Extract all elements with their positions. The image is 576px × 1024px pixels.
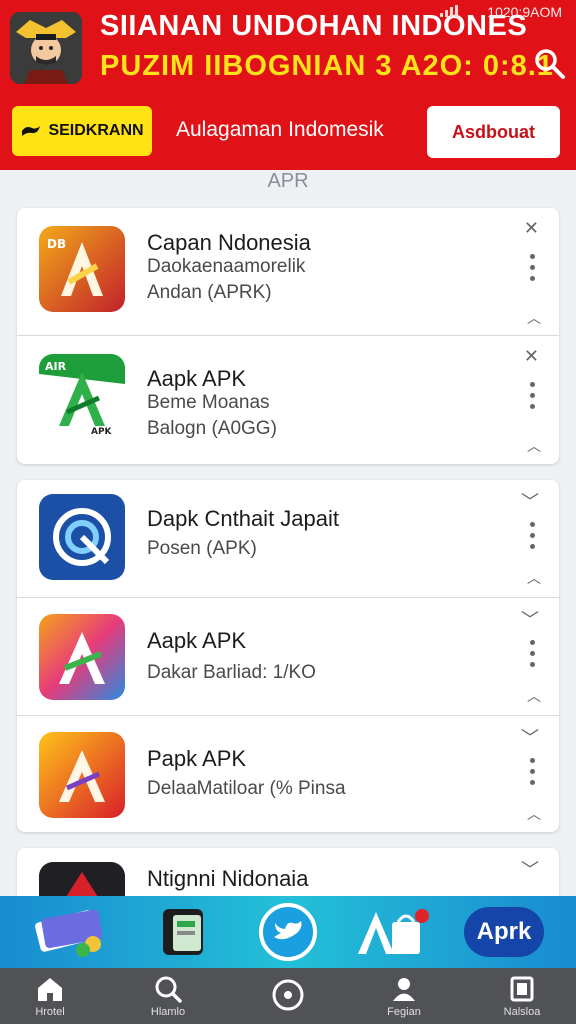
chevron-up-icon[interactable]: ︿ [527,308,541,328]
app-name: Capan Ndonesia [147,230,311,255]
chevron-down-icon[interactable]: ﹀ [521,856,539,882]
phone-app-icon[interactable] [152,900,216,964]
list-item[interactable]: Aapk APK Dakar Barliad: 1/KO ﹀ ︿ [17,598,559,716]
apk-dock-button[interactable]: Aprk [462,900,546,964]
more-options-icon[interactable] [529,758,535,785]
svg-text:APK: APK [91,427,113,437]
section-title: APR [267,170,309,192]
apk-logo-red-icon[interactable] [39,732,125,818]
svg-text:DB: DB [47,237,66,251]
header-title-line1: SIIANAN UNDOHAN INDONES [100,10,528,42]
close-icon[interactable]: ✕ [524,346,539,367]
apk-logo-rainbow-icon[interactable] [39,614,125,700]
nav-search[interactable]: Hlamlo [128,974,208,1018]
app-detail: Andan (APRK) [147,282,272,303]
target-logo-blue-icon[interactable] [39,494,125,580]
nav-label: Fegian [387,1006,421,1018]
bottom-nav: Hrotel Hlamlo Fegian Nalsloa [0,968,576,1024]
app-store-icon[interactable] [350,900,434,964]
app-detail: Dakar Barliad: 1/KO [147,662,316,683]
logo-mark-icon [22,126,41,136]
list-item[interactable]: DB Capan Ndonesia Daokaenaamorelik Andan… [17,208,559,336]
brand-pill-button[interactable]: SEIDKRANN [12,106,152,156]
nav-label: Hrotel [35,1006,65,1018]
app-developer: Daokaenaamorelik [147,256,306,277]
apk-logo-orange-icon[interactable]: DB [39,226,125,312]
search-icon[interactable] [532,46,566,80]
nav-profile[interactable]: Fegian [364,974,444,1018]
svg-text:AIR: AIR [45,360,67,373]
app-detail: Balogn (A0GG) [147,418,277,439]
chat-bird-icon[interactable] [254,900,322,964]
list-item[interactable]: Papk APK DelaaMatiloar (% Pinsa ﹀ ︿ [17,716,559,832]
app-card: Dapk Cnthait Japait Posen (APK) ﹀ ︿ Aapk… [17,480,559,832]
app-name: Papk APK [147,746,247,771]
apk-dock-label: Aprk [464,907,544,957]
nav-settings[interactable]: Nalsloa [482,974,562,1018]
app-name: Aapk APK [147,628,247,653]
header-subtitle: Aulagaman Indomesik [176,118,384,141]
app-header: SIIANAN UNDOHAN INDONES PUZIM IIBOGNIAN … [0,0,576,170]
chevron-down-icon[interactable]: ﹀ [521,488,539,514]
app-name: Aapk APK [147,366,247,391]
circle-home-icon [272,979,304,1011]
list-item[interactable]: Dapk Cnthait Japait Posen (APK) ﹀ ︿ [17,480,559,598]
close-icon[interactable]: ✕ [524,218,539,239]
nav-home[interactable]: Hrotel [10,974,90,1018]
app-dock: Aprk [0,896,576,968]
status-time: 1020:9AOM [487,4,562,20]
more-options-icon[interactable] [529,254,535,281]
chevron-down-icon[interactable]: ﹀ [521,606,539,632]
header-top: SIIANAN UNDOHAN INDONES PUZIM IIBOGNIAN … [0,0,576,100]
more-options-icon[interactable] [529,382,535,409]
card-wallet-icon[interactable] [30,900,110,964]
nav-center[interactable] [248,978,328,1012]
chevron-up-icon[interactable]: ︿ [527,436,541,456]
app-detail: DelaaMatiloar (% Pinsa [147,778,346,799]
nav-label: Hlamlo [150,1006,186,1018]
app-name: Ntignni Nidonaia [147,866,309,891]
person-icon [393,978,415,1001]
chevron-up-icon[interactable]: ︿ [527,568,541,588]
apk-logo-green-icon[interactable]: AIR APK [39,354,125,440]
avatar[interactable] [10,12,82,84]
chevron-up-icon[interactable]: ︿ [527,686,541,706]
chevron-down-icon[interactable]: ﹀ [521,724,539,750]
download-button[interactable]: Asdbouat [427,106,560,158]
wifi-icon [440,5,458,17]
list-item[interactable]: AIR APK Aapk APK Beme Moanas Balogn (A0G… [17,336,559,464]
app-detail: Posen (APK) [147,538,257,559]
header-title-line2: PUZIM IIBOGNIAN 3 A2O: 0:8.1 [100,50,554,82]
app-name: Dapk Cnthait Japait [147,506,339,531]
home-icon [38,978,62,1001]
nav-label: Nalsloa [503,1006,541,1018]
brand-pill-label: SEIDKRANN [48,122,144,139]
more-options-icon[interactable] [529,640,535,667]
more-options-icon[interactable] [529,522,535,549]
app-developer: Beme Moanas [147,392,270,413]
search-icon [155,976,182,1003]
app-card: DB Capan Ndonesia Daokaenaamorelik Andan… [17,208,559,464]
square-icon [510,976,534,1002]
chevron-up-icon[interactable]: ︿ [527,804,541,824]
